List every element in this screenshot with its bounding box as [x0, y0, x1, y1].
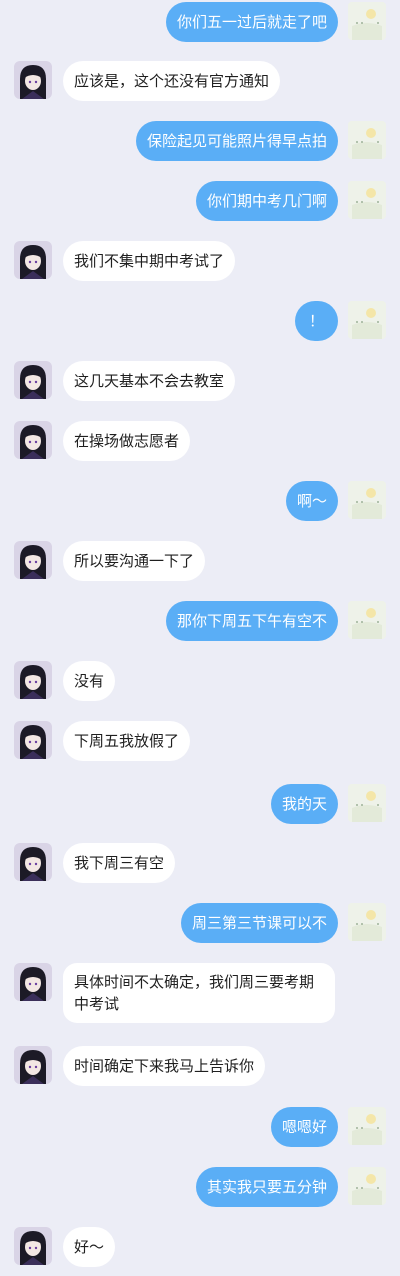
message-bubble-other[interactable]: 应该是，这个还没有官方通知 [63, 61, 281, 101]
contact-avatar[interactable] [14, 1046, 52, 1084]
contact-avatar[interactable] [14, 721, 52, 759]
message-bubble-self[interactable]: 那你下周五下午有空不 [165, 601, 338, 641]
contact-avatar[interactable] [14, 1227, 52, 1265]
message-bubble-self[interactable]: 你们期中考几门啊 [195, 181, 338, 221]
message-bubble-other[interactable]: 下周五我放假了 [63, 721, 191, 761]
chat-history[interactable]: 你们五一过后就走了吧 应该是，这个还没有官方通知 保险起见可能照片得早点拍 你们… [0, 0, 400, 1276]
message-bubble-self[interactable]: 周三第三节课可以不 [180, 903, 338, 943]
message-bubble-other[interactable]: 这几天基本不会去教室 [63, 361, 236, 401]
self-avatar[interactable] [348, 903, 386, 941]
contact-avatar[interactable] [14, 241, 52, 279]
self-avatar[interactable] [348, 1167, 386, 1205]
contact-avatar[interactable] [14, 421, 52, 459]
message-bubble-other[interactable]: 在操场做志愿者 [63, 421, 191, 461]
contact-avatar[interactable] [14, 61, 52, 99]
self-avatar[interactable] [348, 1107, 386, 1145]
message-bubble-self[interactable]: 其实我只要五分钟 [195, 1167, 338, 1207]
message-bubble-self[interactable]: 我的天 [270, 784, 338, 824]
message-bubble-other[interactable]: 时间确定下来我马上告诉你 [63, 1046, 266, 1086]
self-avatar[interactable] [348, 301, 386, 339]
contact-avatar[interactable] [14, 361, 52, 399]
message-bubble-other[interactable]: 我下周三有空 [63, 843, 176, 883]
message-bubble-other[interactable]: 所以要沟通一下了 [63, 541, 206, 581]
message-bubble-self[interactable]: ！ [294, 301, 338, 341]
self-avatar[interactable] [348, 121, 386, 159]
message-bubble-self[interactable]: 嗯嗯好 [270, 1107, 338, 1147]
message-bubble-self[interactable]: 你们五一过后就走了吧 [165, 2, 338, 42]
contact-avatar[interactable] [14, 661, 52, 699]
message-bubble-other[interactable]: 具体时间不太确定，我们周三要考期中考试 [63, 963, 335, 1023]
self-avatar[interactable] [348, 481, 386, 519]
contact-avatar[interactable] [14, 541, 52, 579]
contact-avatar[interactable] [14, 963, 52, 1001]
self-avatar[interactable] [348, 181, 386, 219]
message-bubble-self[interactable]: 啊～ [285, 481, 338, 521]
message-bubble-other[interactable]: 好～ [63, 1227, 116, 1267]
message-bubble-self[interactable]: 保险起见可能照片得早点拍 [135, 121, 338, 161]
self-avatar[interactable] [348, 601, 386, 639]
self-avatar[interactable] [348, 2, 386, 40]
message-bubble-other[interactable]: 我们不集中期中考试了 [63, 241, 236, 281]
message-bubble-other[interactable]: 没有 [63, 661, 116, 701]
self-avatar[interactable] [348, 784, 386, 822]
contact-avatar[interactable] [14, 843, 52, 881]
